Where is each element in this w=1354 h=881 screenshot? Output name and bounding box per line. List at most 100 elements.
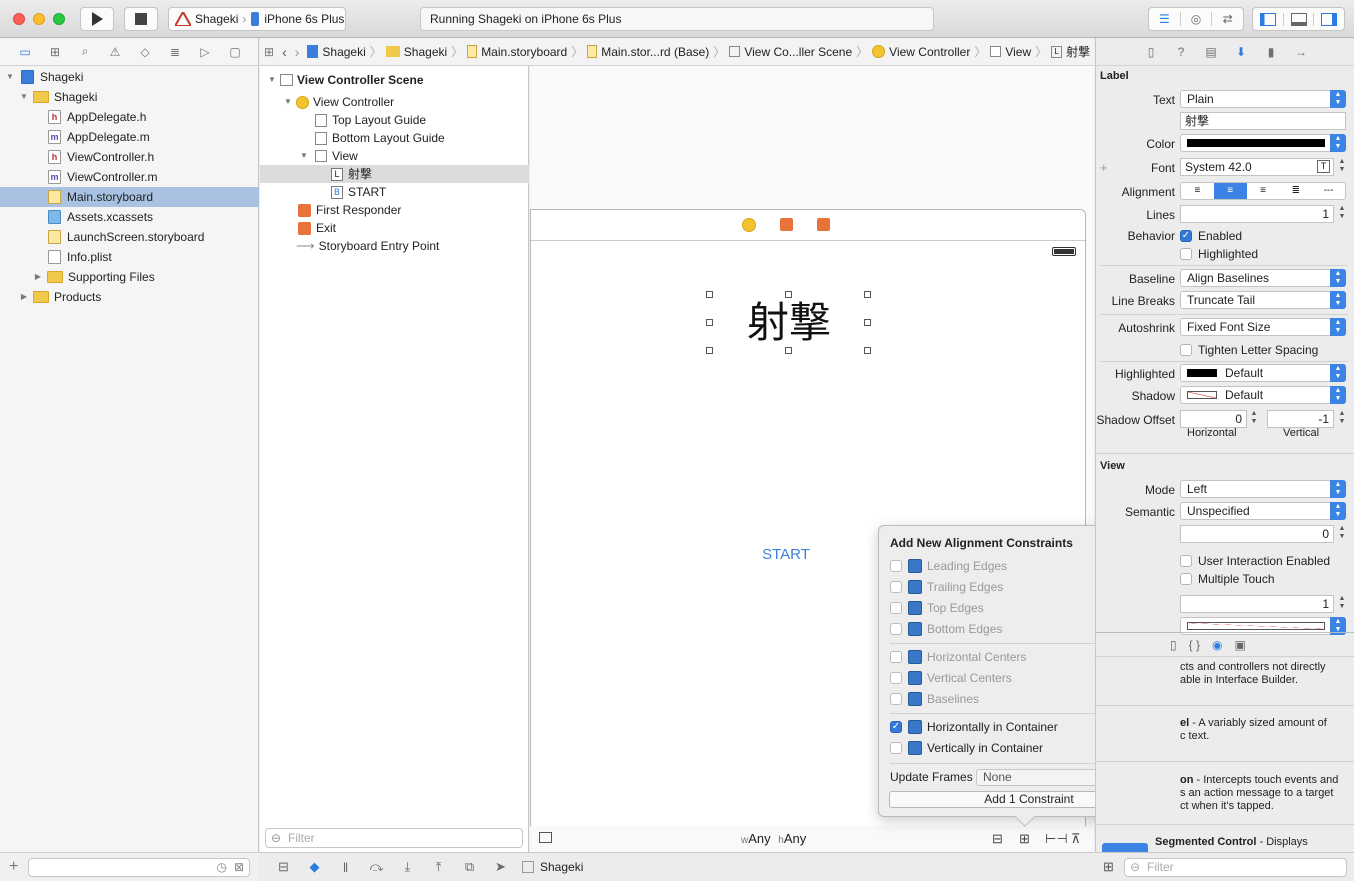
- alpha-field[interactable]: 1: [1180, 595, 1334, 613]
- tag-field[interactable]: 0: [1180, 525, 1334, 543]
- media-library-icon[interactable]: ▣: [1234, 638, 1245, 652]
- nav-item-file[interactable]: m ViewController.m: [0, 167, 259, 187]
- search-icon[interactable]: ⌕: [70, 42, 100, 62]
- disclosure-open-icon[interactable]: ▼: [284, 93, 296, 111]
- line-breaks-popup[interactable]: Truncate Tail ▲ ▼: [1180, 291, 1346, 309]
- scheme-device[interactable]: iPhone 6s Plus: [264, 12, 344, 26]
- outline-item-exit[interactable]: Exit: [260, 219, 529, 237]
- jump-bar-item[interactable]: Shageki: [382, 45, 451, 59]
- report-icon[interactable]: ▢: [220, 42, 250, 62]
- outline-item-entry-point[interactable]: ⟶ Storyboard Entry Point: [260, 237, 529, 255]
- jump-bar-item[interactable]: L 射撃: [1047, 43, 1094, 60]
- resize-handle[interactable]: [706, 291, 713, 298]
- highlighted-color-popup[interactable]: Default ▲ ▼: [1180, 364, 1346, 382]
- nav-item-group-shageki[interactable]: ▼ Shageki: [0, 87, 259, 107]
- forward-button[interactable]: ›: [291, 44, 304, 60]
- connections-inspector-icon[interactable]: →: [1286, 45, 1316, 59]
- outline-item-first-responder[interactable]: First Responder: [260, 201, 529, 219]
- test-icon[interactable]: ◇: [130, 42, 160, 62]
- clock-icon[interactable]: ◷: [217, 860, 227, 874]
- checkbox[interactable]: [890, 602, 902, 614]
- outline-item-scene[interactable]: ▼ View Controller Scene: [260, 71, 529, 89]
- align-justify-icon[interactable]: ≣: [1279, 183, 1312, 199]
- outline-item-layout-guide[interactable]: Top Layout Guide: [260, 111, 529, 129]
- resize-handle[interactable]: [785, 347, 792, 354]
- breakpoint-icon[interactable]: ▷: [190, 42, 220, 62]
- align-center-icon[interactable]: ≡: [1213, 183, 1247, 199]
- minimize-window-button[interactable]: [33, 13, 45, 25]
- jump-bar-item[interactable]: View Co...ller Scene: [725, 45, 856, 59]
- nav-item-file[interactable]: h AppDelegate.h: [0, 107, 259, 127]
- help-icon[interactable]: ?: [1166, 45, 1196, 59]
- warning-icon[interactable]: ⚠: [100, 42, 130, 62]
- related-items-icon[interactable]: ⊞: [260, 45, 278, 59]
- shadow-offset-h-stepper[interactable]: ▲ ▼: [1249, 410, 1259, 428]
- step-into-icon[interactable]: ⤓: [392, 859, 423, 875]
- text-content-field[interactable]: 射撃: [1180, 112, 1346, 130]
- jump-bar-item[interactable]: View Controller: [868, 45, 974, 59]
- close-window-button[interactable]: [13, 13, 25, 25]
- add-icon[interactable]: +: [9, 858, 18, 876]
- checkbox[interactable]: [890, 560, 902, 572]
- nav-item-file[interactable]: LaunchScreen.storyboard: [0, 227, 259, 247]
- nav-item-file[interactable]: h ViewController.h: [0, 147, 259, 167]
- jump-bar-item[interactable]: Shageki: [303, 45, 369, 59]
- checkbox[interactable]: [890, 742, 902, 754]
- baseline-popup[interactable]: Align Baselines ▲ ▼: [1180, 269, 1346, 287]
- resolve-issues-icon[interactable]: ⊼: [1071, 831, 1081, 847]
- outline-filter-input[interactable]: ⊖ Filter: [265, 828, 523, 848]
- font-picker-icon[interactable]: T: [1317, 160, 1330, 173]
- object-library-icon[interactable]: ◉: [1212, 638, 1222, 652]
- code-snippet-icon[interactable]: { }: [1189, 638, 1200, 652]
- autoshrink-popup[interactable]: Fixed Font Size ▲ ▼: [1180, 318, 1346, 336]
- exit-icon[interactable]: [817, 218, 830, 231]
- lines-stepper[interactable]: ▲ ▼: [1337, 205, 1347, 223]
- enabled-checkbox[interactable]: ✓ Enabled: [1180, 229, 1242, 243]
- library-item-description[interactable]: Segmented Control - Displays: [1155, 836, 1308, 849]
- hide-debug-area-icon[interactable]: ⊟: [268, 859, 299, 875]
- font-stepper[interactable]: ▲ ▼: [1337, 158, 1347, 176]
- user-interaction-checkbox[interactable]: User Interaction Enabled: [1180, 554, 1330, 568]
- jump-bar-item[interactable]: Main.stor...rd (Base): [583, 45, 713, 59]
- scheme-selector[interactable]: Shageki › iPhone 6s Plus: [168, 7, 346, 31]
- font-field[interactable]: System 42.0 T: [1180, 158, 1334, 176]
- shadow-offset-v-field[interactable]: -1: [1267, 410, 1334, 428]
- checkbox[interactable]: [890, 651, 902, 663]
- tighten-spacing-checkbox[interactable]: Tighten Letter Spacing: [1180, 343, 1318, 357]
- align-icon[interactable]: ⊞: [1019, 831, 1030, 847]
- color-popup[interactable]: ▲ ▼: [1180, 134, 1346, 152]
- outline-item-view[interactable]: ▼ View: [260, 147, 529, 165]
- utilities-toggle-icon[interactable]: [1313, 12, 1344, 26]
- disclosure-open-icon[interactable]: ▼: [268, 71, 280, 89]
- start-button[interactable]: START: [751, 546, 821, 563]
- run-button[interactable]: [80, 7, 114, 31]
- checkbox-checked[interactable]: ✓: [890, 721, 902, 733]
- resize-handle[interactable]: [785, 291, 792, 298]
- disclosure-closed-icon[interactable]: ▶: [19, 287, 29, 307]
- highlighted-checkbox[interactable]: Highlighted: [1180, 247, 1258, 261]
- nav-item-file-selected[interactable]: Main.storyboard: [0, 187, 259, 207]
- outline-item-button[interactable]: B START: [260, 183, 529, 201]
- pause-icon[interactable]: ‖: [330, 860, 361, 875]
- debug-target-label[interactable]: Shageki: [540, 860, 583, 874]
- first-responder-icon[interactable]: [780, 218, 793, 231]
- shadow-color-popup[interactable]: Default ▲ ▼: [1180, 386, 1346, 404]
- nav-item-group-supporting[interactable]: ▶ Supporting Files: [0, 267, 259, 287]
- nav-item-file[interactable]: Info.plist: [0, 247, 259, 267]
- stop-button[interactable]: [124, 7, 158, 31]
- version-editor-icon[interactable]: ⇄: [1211, 12, 1243, 26]
- standard-editor-icon[interactable]: ☰: [1149, 12, 1180, 26]
- disclosure-open-icon[interactable]: ▼: [5, 67, 15, 87]
- step-over-icon[interactable]: ⤼: [361, 859, 392, 875]
- text-type-popup[interactable]: Plain ▲ ▼: [1180, 90, 1346, 108]
- pin-icon[interactable]: ⊢⊣: [1045, 831, 1068, 847]
- outline-toggle-icon[interactable]: [539, 832, 552, 843]
- scm-filter-icon[interactable]: ⊠: [234, 860, 244, 874]
- tag-stepper[interactable]: ▲ ▼: [1337, 525, 1347, 543]
- resize-handle[interactable]: [864, 319, 871, 326]
- shadow-offset-h-field[interactable]: 0: [1180, 410, 1247, 428]
- library-filter-input[interactable]: ⊖ Filter: [1124, 858, 1347, 877]
- location-icon[interactable]: ➤: [485, 859, 516, 875]
- navigator-toggle-icon[interactable]: [1253, 12, 1283, 26]
- checkbox[interactable]: [890, 623, 902, 635]
